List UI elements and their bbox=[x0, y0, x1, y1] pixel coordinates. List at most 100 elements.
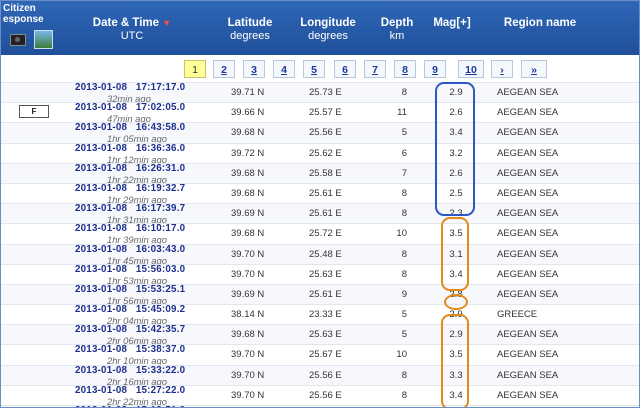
event-datetime[interactable]: 2013-01-08 15:42:35.7 bbox=[75, 324, 185, 335]
event-datetime[interactable]: 2013-01-08 17:17:17.0 bbox=[75, 82, 185, 93]
table-row[interactable]: 2013-01-08 17:02:05.0 47min ago 39.66 N 25.… bbox=[1, 102, 639, 124]
table-row[interactable]: 2013-01-08 16:10:17.0 1hr 39min ago 39.68 … bbox=[1, 223, 639, 245]
event-magnitude: 3.3 bbox=[449, 369, 463, 381]
event-region: AEGEAN SEA bbox=[497, 248, 559, 260]
page-link[interactable]: 7 bbox=[364, 60, 386, 78]
datetime-label: Date & Time bbox=[92, 17, 160, 29]
page-link[interactable]: › bbox=[491, 60, 513, 78]
event-longitude: 25.56 E bbox=[309, 127, 342, 139]
event-datetime[interactable]: 2013-01-08 16:03:43.0 bbox=[75, 244, 185, 255]
event-latitude: 39.68 N bbox=[231, 228, 265, 240]
event-datetime[interactable]: 2013-01-08 17:02:05.0 bbox=[75, 102, 185, 113]
table-row[interactable]: 2013-01-08 16:17:39.7 1hr 31min ago 39.69 … bbox=[1, 203, 639, 225]
page-link[interactable]: » bbox=[521, 60, 547, 78]
event-datetime[interactable]: 2013-01-08 15:27:22.0 bbox=[75, 385, 185, 396]
felt-report-button[interactable]: F bbox=[19, 105, 49, 119]
event-magnitude: 2.5 bbox=[449, 187, 463, 199]
table-header: Citizen esponse Date & Time ▼ UTC Latitu… bbox=[1, 1, 639, 55]
table-row[interactable]: 2013-01-08 16:36:36.0 1hr 12min ago 39.72 … bbox=[1, 142, 639, 165]
table-row[interactable]: 2013-01-08 15:56:03.0 1hr 53min ago 39.70 … bbox=[1, 263, 639, 286]
event-datetime[interactable]: 2013-01-08 15:53:25.1 bbox=[75, 284, 185, 295]
event-region: AEGEAN SEA bbox=[497, 107, 559, 119]
event-datetime[interactable]: 2013-01-08 15:56:03.0 bbox=[75, 264, 185, 275]
event-depth: 8 bbox=[401, 187, 407, 199]
table-row[interactable]: 2013-01-08 15:33:22.0 2hr 16min ago 39.70 … bbox=[1, 364, 639, 387]
page-link[interactable]: 10 bbox=[458, 60, 484, 78]
longitude-sub: degrees bbox=[308, 30, 348, 42]
page-link[interactable]: 9 bbox=[424, 60, 446, 78]
table-row[interactable]: 2013-01-08 16:03:43.0 1hr 45min ago 39.70 … bbox=[1, 243, 639, 266]
depth-label: Depth bbox=[380, 17, 414, 29]
event-depth: 6 bbox=[401, 147, 407, 159]
event-region: AEGEAN SEA bbox=[497, 147, 559, 159]
event-depth: 5 bbox=[401, 309, 407, 321]
latitude-header[interactable]: Latitude degrees bbox=[215, 17, 285, 43]
event-magnitude: 2.9 bbox=[449, 87, 463, 98]
event-longitude: 25.67 E bbox=[309, 349, 342, 361]
event-region: AEGEAN SEA bbox=[497, 127, 559, 139]
event-magnitude: 3.4 bbox=[449, 389, 463, 401]
event-region: GREECE bbox=[497, 309, 538, 321]
magnitude-header[interactable]: Mag[+] bbox=[427, 17, 477, 30]
event-datetime[interactable]: 2013-01-08 15:38:37.0 bbox=[75, 344, 185, 355]
longitude-header[interactable]: Longitude degrees bbox=[295, 17, 361, 43]
event-depth: 8 bbox=[401, 389, 407, 401]
table-row[interactable]: 2013-01-08 15:27:22.0 2hr 22min ago 39.70 … bbox=[1, 384, 639, 407]
table-row[interactable]: 2013-01-08 15:38:37.0 2hr 10min ago 39.70 … bbox=[1, 344, 639, 366]
page-link[interactable]: 8 bbox=[394, 60, 416, 78]
event-longitude: 25.73 E bbox=[309, 87, 342, 98]
event-magnitude: 2.3 bbox=[449, 208, 463, 220]
event-region: AEGEAN SEA bbox=[497, 288, 559, 300]
event-magnitude: 2.9 bbox=[449, 329, 463, 341]
event-latitude: 39.69 N bbox=[231, 208, 265, 220]
table-row[interactable]: 2013-01-08 15:53:25.1 1hr 56min ago 39.69 … bbox=[1, 283, 639, 306]
camera-icon[interactable] bbox=[10, 34, 26, 46]
table-row[interactable]: 2013-01-08 16:19:32.7 1hr 29min ago 39.68 … bbox=[1, 182, 639, 205]
event-longitude: 25.63 E bbox=[309, 329, 342, 341]
event-datetime[interactable]: 2013-01-08 16:26:31.0 bbox=[75, 163, 185, 174]
table-row[interactable]: 2013-01-08 17:17:17.0 32min ago 39.71 N 25.… bbox=[1, 82, 639, 104]
event-longitude: 23.33 E bbox=[309, 309, 342, 321]
region-label: Region name bbox=[503, 17, 577, 29]
event-longitude: 25.61 E bbox=[309, 187, 342, 199]
event-depth: 8 bbox=[401, 87, 407, 98]
page-link[interactable]: 5 bbox=[303, 60, 325, 78]
event-longitude: 25.63 E bbox=[309, 268, 342, 280]
page-link[interactable]: 6 bbox=[334, 60, 356, 78]
earthquake-table: Citizen esponse Date & Time ▼ UTC Latitu… bbox=[0, 0, 640, 408]
event-magnitude: 2.9 bbox=[449, 309, 463, 321]
event-depth: 5 bbox=[401, 127, 407, 139]
event-depth: 7 bbox=[401, 167, 407, 179]
photo-icon[interactable] bbox=[34, 30, 53, 49]
page-link[interactable]: 2 bbox=[213, 60, 235, 78]
page-link[interactable]: 1 bbox=[184, 60, 206, 78]
event-datetime[interactable]: 2013-01-08 16:19:32.7 bbox=[75, 183, 185, 194]
latitude-sub: degrees bbox=[230, 30, 270, 42]
event-depth: 8 bbox=[401, 248, 407, 260]
event-datetime[interactable]: 2013-01-08 15:33:22.0 bbox=[75, 365, 185, 376]
page-link[interactable]: 3 bbox=[243, 60, 265, 78]
table-row[interactable]: 2013-01-08 16:43:58.0 1hr 05min ago 39.68 … bbox=[1, 122, 639, 144]
event-datetime[interactable]: 2013-01-08 16:43:58.0 bbox=[75, 122, 185, 133]
table-row[interactable]: 2013-01-08 15:42:35.7 2hr 06min ago 39.68 … bbox=[1, 324, 639, 346]
event-magnitude: 2.6 bbox=[449, 167, 463, 179]
event-datetime[interactable]: 2013-01-08 16:10:17.0 bbox=[75, 223, 185, 234]
event-datetime[interactable]: 2013-01-08 16:36:36.0 bbox=[75, 143, 185, 154]
table-row[interactable]: 2013-01-08 15:45:09.2 2hr 04min ago 38.14 … bbox=[1, 304, 639, 326]
event-latitude: 39.68 N bbox=[231, 329, 265, 341]
latitude-label: Latitude bbox=[227, 17, 273, 29]
depth-header[interactable]: Depth km bbox=[375, 17, 419, 43]
event-magnitude: 3.5 bbox=[449, 349, 463, 361]
magnitude-label: Mag[+] bbox=[433, 17, 471, 29]
page-link[interactable]: 4 bbox=[273, 60, 295, 78]
datetime-header[interactable]: Date & Time ▼ UTC bbox=[87, 17, 177, 43]
table-row[interactable]: 2013-01-08 16:26:31.0 1hr 22min ago 39.68 … bbox=[1, 162, 639, 185]
event-datetime[interactable]: 2013-01-08 15:45:09.2 bbox=[75, 304, 185, 315]
event-depth: 8 bbox=[401, 208, 407, 220]
sort-desc-icon[interactable]: ▼ bbox=[162, 18, 171, 28]
event-region: AEGEAN SEA bbox=[497, 369, 559, 381]
region-header[interactable]: Region name bbox=[495, 17, 585, 30]
event-region: AEGEAN SEA bbox=[497, 87, 559, 98]
event-latitude: 39.68 N bbox=[231, 167, 265, 179]
event-datetime[interactable]: 2013-01-08 16:17:39.7 bbox=[75, 203, 185, 214]
